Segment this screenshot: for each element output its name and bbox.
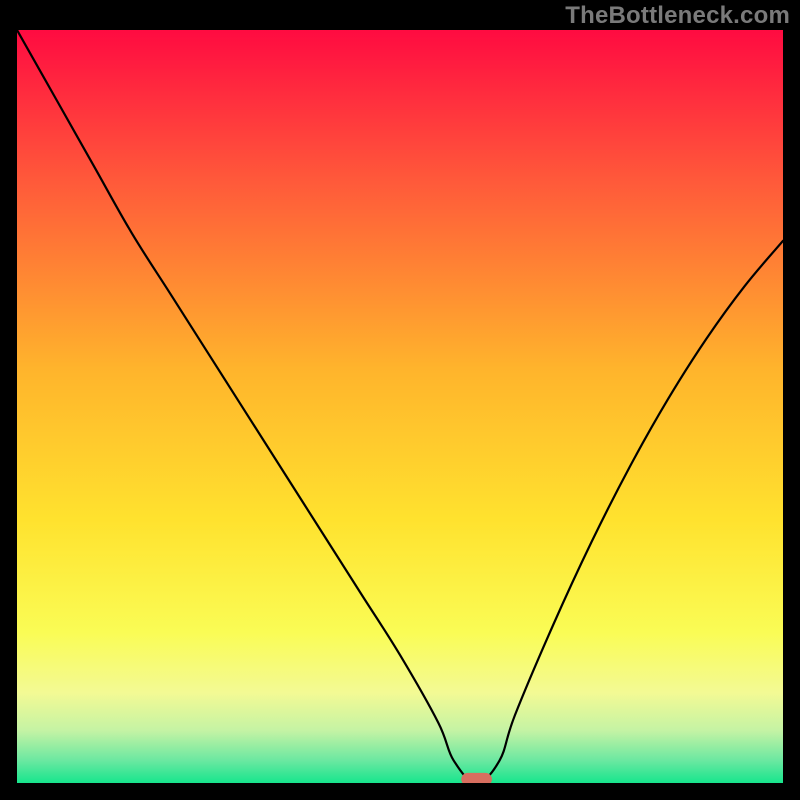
watermark-text: TheBottleneck.com [565, 2, 790, 30]
plot-area [17, 30, 783, 783]
bottleneck-chart [17, 30, 783, 783]
optimal-marker [461, 773, 492, 783]
gradient-background [17, 30, 783, 783]
chart-frame: TheBottleneck.com [0, 0, 800, 800]
